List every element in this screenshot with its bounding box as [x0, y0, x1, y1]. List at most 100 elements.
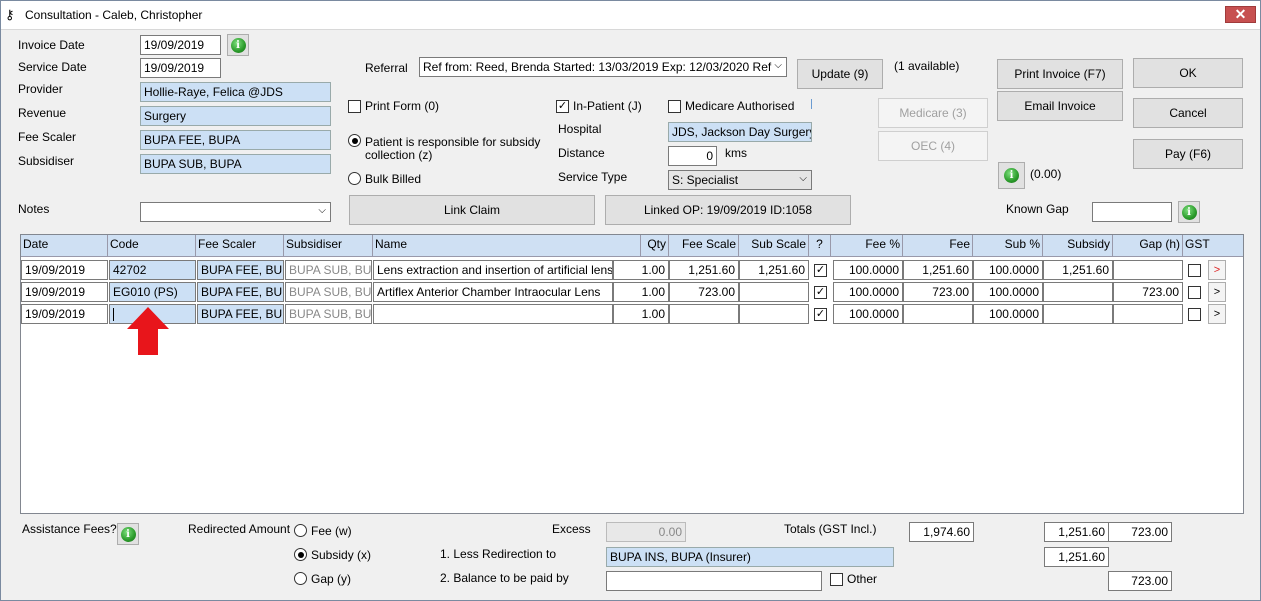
excess-field[interactable]: 0.00: [606, 522, 686, 542]
cell-sub-scale[interactable]: 1,251.60: [739, 260, 809, 280]
other-checkbox[interactable]: [830, 573, 843, 586]
cell-subsidy[interactable]: [1043, 304, 1113, 324]
cell-fee-pct[interactable]: 100.0000: [833, 260, 903, 280]
update-button[interactable]: Update (9): [797, 59, 883, 89]
close-button[interactable]: ✕: [1225, 6, 1256, 23]
service-type-dropdown[interactable]: S: Specialist ⌵: [668, 170, 812, 190]
cell-sub-scale[interactable]: [739, 304, 809, 324]
cell-fee-scaler[interactable]: BUPA FEE, BUPA: [197, 282, 284, 302]
hospital-field[interactable]: JDS, Jackson Day Surgery: [668, 122, 812, 142]
cell-name[interactable]: [373, 304, 613, 324]
row-checkbox[interactable]: ✓: [814, 264, 827, 277]
email-invoice-button[interactable]: Email Invoice: [997, 91, 1123, 121]
col-fee[interactable]: Fee: [903, 235, 973, 257]
distance-field[interactable]: 0: [668, 146, 717, 166]
cell-subsidiser[interactable]: BUPA SUB, BUPA: [285, 260, 372, 280]
patient-responsible-radio[interactable]: [348, 134, 361, 147]
cell-sub-pct[interactable]: 100.0000: [973, 304, 1043, 324]
cell-code[interactable]: EG010 (PS): [109, 282, 196, 302]
col-subsidy[interactable]: Subsidy: [1043, 235, 1113, 257]
print-form-checkbox[interactable]: [348, 100, 361, 113]
gst-checkbox[interactable]: [1188, 308, 1201, 321]
cell-sub-pct[interactable]: 100.0000: [973, 282, 1043, 302]
invoice-date-field[interactable]: 19/09/2019: [140, 35, 221, 55]
cell-fee-scaler[interactable]: BUPA FEE, BUPA: [197, 260, 284, 280]
gap-radio[interactable]: [294, 572, 307, 585]
col-fee-scale[interactable]: Fee Scale: [669, 235, 739, 257]
col-date[interactable]: Date: [21, 235, 108, 257]
cell-subsidiser[interactable]: BUPA SUB, BUPA: [285, 304, 372, 324]
cell-fee-pct[interactable]: 100.0000: [833, 282, 903, 302]
cell-subsidiser[interactable]: BUPA SUB, BUPA: [285, 282, 372, 302]
fee-scaler-field[interactable]: BUPA FEE, BUPA: [140, 130, 331, 150]
ok-button[interactable]: OK: [1133, 58, 1243, 88]
assistance-info-button[interactable]: i: [117, 523, 139, 545]
subsidy-radio[interactable]: [294, 548, 307, 561]
medicare-authorised-checkbox[interactable]: [668, 100, 681, 113]
less-redirection-field[interactable]: BUPA INS, BUPA (Insurer): [606, 547, 894, 567]
cell-fee[interactable]: 723.00: [903, 282, 973, 302]
cell-sub-scale[interactable]: [739, 282, 809, 302]
cell-fee[interactable]: 1,251.60: [903, 260, 973, 280]
col-code[interactable]: Code: [108, 235, 196, 257]
fee-radio[interactable]: [294, 524, 307, 537]
col-gap[interactable]: Gap (h): [1113, 235, 1183, 257]
linked-op-button[interactable]: Linked OP: 19/09/2019 ID:1058: [605, 195, 851, 225]
col-subsidiser[interactable]: Subsidiser: [284, 235, 373, 257]
cell-qty[interactable]: 1.00: [613, 260, 669, 280]
cell-fee-scale[interactable]: 723.00: [669, 282, 739, 302]
cell-fee[interactable]: [903, 304, 973, 324]
cell-subsidy[interactable]: [1043, 282, 1113, 302]
gst-checkbox[interactable]: [1188, 286, 1201, 299]
oec-button[interactable]: OEC (4): [878, 131, 988, 161]
col-sub-scale[interactable]: Sub Scale: [739, 235, 809, 257]
col-fee-scaler[interactable]: Fee Scaler: [196, 235, 284, 257]
cell-name[interactable]: Artiflex Anterior Chamber Intraocular Le…: [373, 282, 613, 302]
cell-date[interactable]: 19/09/2019: [21, 282, 108, 302]
subsidiser-field[interactable]: BUPA SUB, BUPA: [140, 154, 331, 174]
row-expand-button[interactable]: >: [1208, 304, 1226, 324]
cell-name[interactable]: Lens extraction and insertion of artific…: [373, 260, 613, 280]
known-gap-field[interactable]: [1092, 202, 1172, 222]
cell-gap[interactable]: [1113, 260, 1183, 280]
service-date-field[interactable]: 19/09/2019: [140, 58, 221, 78]
col-name[interactable]: Name: [373, 235, 641, 257]
notes-dropdown[interactable]: ⌵: [140, 202, 331, 222]
cell-date[interactable]: 19/09/2019: [21, 260, 108, 280]
cell-qty[interactable]: 1.00: [613, 304, 669, 324]
print-invoice-button[interactable]: Print Invoice (F7): [997, 59, 1123, 89]
pay-button[interactable]: Pay (F6): [1133, 139, 1243, 169]
row-expand-button[interactable]: >: [1208, 260, 1226, 280]
col-gst[interactable]: GST: [1183, 235, 1244, 257]
referral-dropdown[interactable]: Ref from: Reed, Brenda Started: 13/03/20…: [419, 57, 787, 77]
col-question[interactable]: ?: [809, 235, 831, 257]
cell-subsidy[interactable]: 1,251.60: [1043, 260, 1113, 280]
invoice-info-button[interactable]: i: [227, 34, 249, 56]
medicare-button[interactable]: Medicare (3): [878, 98, 988, 128]
cell-fee-scale[interactable]: 1,251.60: [669, 260, 739, 280]
row-checkbox[interactable]: ✓: [814, 286, 827, 299]
cell-gap[interactable]: [1113, 304, 1183, 324]
link-claim-button[interactable]: Link Claim: [349, 195, 595, 225]
row-checkbox[interactable]: ✓: [814, 308, 827, 321]
gst-checkbox[interactable]: [1188, 264, 1201, 277]
cell-gap[interactable]: 723.00: [1113, 282, 1183, 302]
balance-field[interactable]: [606, 571, 822, 591]
cell-fee-scaler[interactable]: BUPA FEE, BUPA: [197, 304, 284, 324]
known-gap-info-button[interactable]: i: [1178, 201, 1200, 223]
gap-info-button[interactable]: i: [998, 162, 1025, 189]
cell-qty[interactable]: 1.00: [613, 282, 669, 302]
cell-sub-pct[interactable]: 100.0000: [973, 260, 1043, 280]
cancel-button[interactable]: Cancel: [1133, 98, 1243, 128]
col-qty[interactable]: Qty: [641, 235, 669, 257]
cell-fee-scale[interactable]: [669, 304, 739, 324]
col-fee-pct[interactable]: Fee %: [831, 235, 903, 257]
bulk-billed-radio[interactable]: [348, 172, 361, 185]
cell-code[interactable]: 42702: [109, 260, 196, 280]
in-patient-checkbox[interactable]: ✓: [556, 100, 569, 113]
col-sub-pct[interactable]: Sub %: [973, 235, 1043, 257]
provider-field[interactable]: Hollie-Raye, Felica @JDS: [140, 82, 331, 102]
row-expand-button[interactable]: >: [1208, 282, 1226, 302]
cell-date[interactable]: 19/09/2019: [21, 304, 108, 324]
cell-fee-pct[interactable]: 100.0000: [833, 304, 903, 324]
